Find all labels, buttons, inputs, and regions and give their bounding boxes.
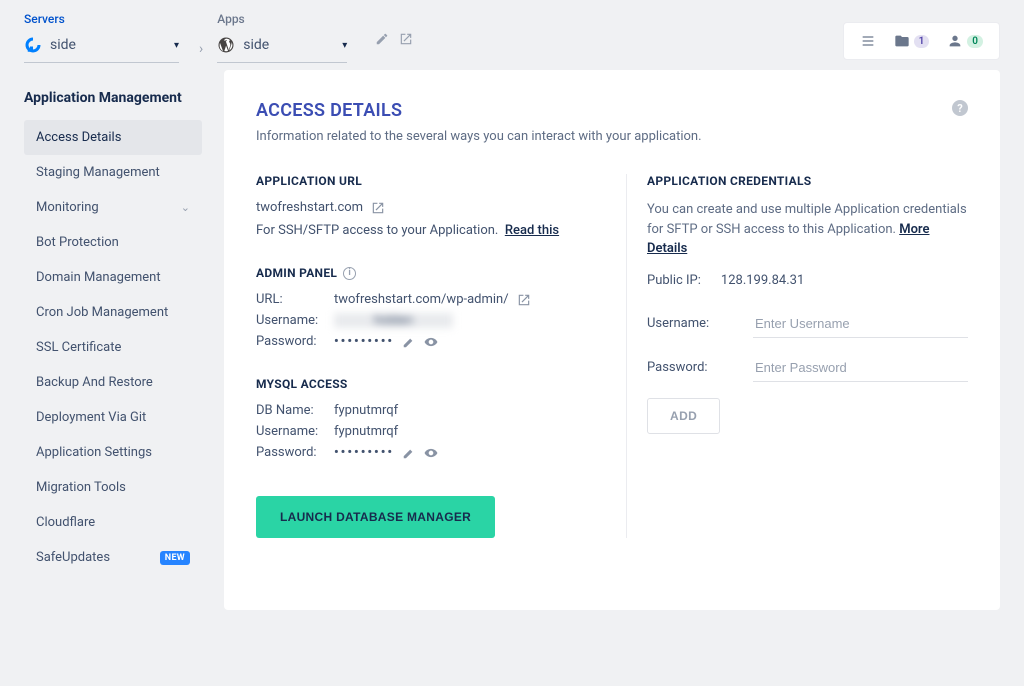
admin-pass-label: Password: bbox=[256, 334, 334, 349]
list-icon[interactable] bbox=[854, 29, 882, 53]
sidebar-item-bot-protection[interactable]: Bot Protection bbox=[24, 225, 202, 260]
help-icon[interactable]: ? bbox=[952, 100, 968, 116]
mysql-heading: MYSQL ACCESS bbox=[256, 377, 606, 391]
sidebar-item-safeupdates[interactable]: SafeUpdatesNEW bbox=[24, 540, 202, 575]
add-button[interactable]: ADD bbox=[647, 398, 720, 434]
eye-icon[interactable] bbox=[424, 335, 438, 349]
edit-icon[interactable] bbox=[402, 335, 416, 349]
servers-label: Servers bbox=[24, 12, 179, 26]
caret-down-icon: ▾ bbox=[342, 40, 347, 51]
server-selector[interactable]: side ▾ bbox=[24, 32, 179, 63]
sidebar-item-ssl[interactable]: SSL Certificate bbox=[24, 330, 202, 365]
breadcrumb-servers: Servers side ▾ bbox=[24, 12, 179, 63]
external-link-icon[interactable] bbox=[399, 32, 413, 46]
server-value: side bbox=[50, 37, 174, 53]
chevron-right-icon: › bbox=[199, 41, 203, 57]
wordpress-icon bbox=[217, 36, 235, 54]
edit-icon[interactable] bbox=[375, 32, 389, 46]
cred-heading: APPLICATION CREDENTIALS bbox=[647, 174, 968, 188]
eye-icon[interactable] bbox=[424, 446, 438, 460]
panel-subtitle: Information related to the several ways … bbox=[256, 129, 968, 144]
mysql-pass-label: Password: bbox=[256, 445, 334, 460]
folder-badge-icon[interactable]: 1 bbox=[888, 29, 936, 53]
new-badge: NEW bbox=[160, 551, 190, 565]
app-selector[interactable]: side ▾ bbox=[217, 32, 347, 63]
external-link-icon[interactable] bbox=[517, 293, 531, 307]
breadcrumb-apps: Apps side ▾ bbox=[217, 12, 347, 63]
edit-icon[interactable] bbox=[402, 446, 416, 460]
mysql-user-label: Username: bbox=[256, 424, 334, 439]
sidebar-title: Application Management bbox=[24, 90, 202, 106]
admin-pass-value: ••••••••• bbox=[334, 334, 394, 349]
app-url-note: For SSH/SFTP access to your Application. bbox=[256, 223, 498, 238]
info-icon[interactable]: i bbox=[343, 267, 356, 280]
sidebar-item-monitoring[interactable]: Monitoring⌄ bbox=[24, 190, 202, 225]
main-panel: ? ACCESS DETAILS Information related to … bbox=[224, 70, 1000, 610]
admin-user-value: hidden bbox=[334, 313, 453, 328]
mysql-db-label: DB Name: bbox=[256, 403, 334, 418]
admin-heading: ADMIN PANEL bbox=[256, 266, 337, 280]
cred-password-input[interactable] bbox=[753, 354, 968, 382]
app-url-value: twofreshstart.com bbox=[256, 200, 363, 215]
app-url-heading: APPLICATION URL bbox=[256, 174, 606, 188]
sidebar-item-migration[interactable]: Migration Tools bbox=[24, 470, 202, 505]
admin-url-value: twofreshstart.com/wp-admin/ bbox=[334, 292, 509, 307]
admin-url-label: URL: bbox=[256, 292, 334, 307]
user-badge-count: 0 bbox=[967, 35, 983, 48]
public-ip-label: Public IP: bbox=[647, 273, 701, 288]
mysql-user-value: fypnutmrqf bbox=[334, 424, 398, 439]
section-mysql: MYSQL ACCESS DB Name:fypnutmrqf Username… bbox=[256, 377, 606, 460]
sidebar-item-cloudflare[interactable]: Cloudflare bbox=[24, 505, 202, 540]
external-link-icon[interactable] bbox=[371, 201, 385, 215]
top-right-toolbar: 1 0 bbox=[843, 22, 1000, 60]
sidebar-item-backup[interactable]: Backup And Restore bbox=[24, 365, 202, 400]
top-breadcrumb-bar: Servers side ▾ › Apps side ▾ 1 bbox=[0, 0, 1024, 68]
section-admin-panel: ADMIN PANEL i URL:twofreshstart.com/wp-ad… bbox=[256, 266, 606, 349]
sidebar-item-domain[interactable]: Domain Management bbox=[24, 260, 202, 295]
folder-badge-count: 1 bbox=[914, 35, 930, 48]
sidebar-item-git[interactable]: Deployment Via Git bbox=[24, 400, 202, 435]
cred-user-label: Username: bbox=[647, 316, 753, 331]
launch-db-button[interactable]: LAUNCH DATABASE MANAGER bbox=[256, 496, 495, 538]
sidebar-item-cron[interactable]: Cron Job Management bbox=[24, 295, 202, 330]
caret-down-icon: ▾ bbox=[174, 40, 179, 51]
public-ip-value: 128.199.84.31 bbox=[721, 273, 804, 288]
mysql-pass-value: ••••••••• bbox=[334, 445, 394, 460]
app-value: side bbox=[243, 37, 342, 53]
admin-user-label: Username: bbox=[256, 313, 334, 328]
sidebar-item-access-details[interactable]: Access Details bbox=[24, 120, 202, 155]
cred-pass-label: Password: bbox=[647, 360, 753, 375]
digitalocean-icon bbox=[24, 36, 42, 54]
chevron-down-icon: ⌄ bbox=[181, 201, 190, 214]
read-this-link[interactable]: Read this bbox=[505, 223, 559, 238]
apps-label: Apps bbox=[217, 12, 347, 26]
user-badge-icon[interactable]: 0 bbox=[941, 29, 989, 53]
cred-username-input[interactable] bbox=[753, 310, 968, 338]
panel-title: ACCESS DETAILS bbox=[256, 100, 968, 121]
sidebar-item-app-settings[interactable]: Application Settings bbox=[24, 435, 202, 470]
sidebar-item-staging[interactable]: Staging Management bbox=[24, 155, 202, 190]
sidebar: Application Management Access Details St… bbox=[24, 68, 202, 610]
mysql-db-value: fypnutmrqf bbox=[334, 403, 398, 418]
app-toolbar-actions bbox=[375, 32, 413, 46]
section-app-url: APPLICATION URL twofreshstart.com For SS… bbox=[256, 174, 606, 238]
